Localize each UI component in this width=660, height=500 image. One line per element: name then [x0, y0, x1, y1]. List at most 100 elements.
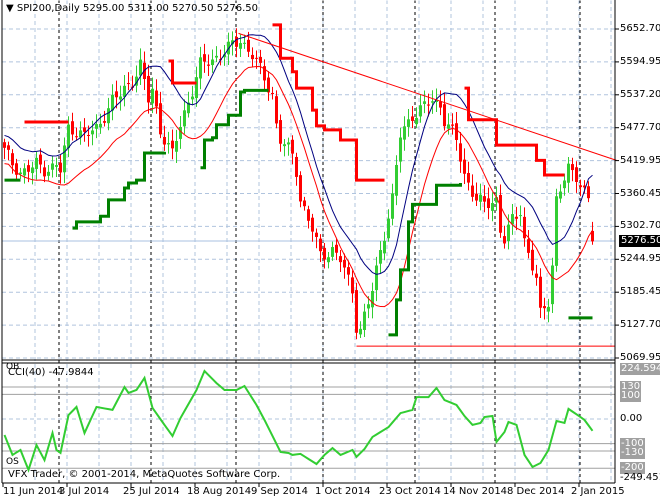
bearish-candle [163, 136, 166, 145]
bearish-candle [571, 164, 574, 171]
high-value: 5311.00 [127, 3, 169, 14]
chart-header: ▼ SPI200,Daily 5295.00 5311.00 5270.50 5… [6, 3, 258, 15]
copyright-text: VFX Trader, © 2001-2014, MetaQuotes Soft… [8, 469, 281, 480]
bullish-candle [403, 126, 406, 140]
bearish-candle [115, 91, 118, 98]
bearish-candle [503, 236, 506, 244]
price-tick-label: 5302.70 [620, 220, 660, 232]
bearish-candle [335, 244, 338, 253]
bullish-candle [371, 291, 374, 308]
time-tick-label: 3 Jul 2014 [59, 486, 110, 497]
bearish-candle [251, 54, 254, 60]
bearish-candle [483, 196, 486, 202]
open-value: 5295.00 [82, 3, 125, 14]
bearish-candle [11, 153, 14, 166]
price-tick-label: 5652.70 [620, 23, 660, 34]
bullish-candle [51, 163, 54, 170]
bearish-candle [347, 267, 350, 275]
bearish-candle [515, 216, 518, 219]
bearish-candle [351, 277, 354, 294]
bullish-candle [359, 328, 362, 335]
cci-line [3, 369, 594, 473]
resistance-stop-line [168, 59, 197, 85]
bullish-candle [19, 172, 22, 175]
bearish-candle [531, 249, 534, 271]
bullish-candle [119, 96, 122, 100]
bullish-candle [283, 144, 286, 147]
bearish-candle [487, 198, 490, 209]
bearish-candle [311, 217, 314, 232]
time-tick-label: 11 Jun 2014 [3, 486, 64, 497]
price-tick-label: 5244.95 [620, 253, 660, 265]
bearish-candle [543, 306, 546, 309]
bearish-candle [343, 259, 346, 268]
bearish-candle [323, 247, 326, 260]
bearish-candle [235, 36, 238, 47]
bearish-candle [315, 232, 318, 237]
chart-canvas[interactable] [0, 0, 660, 500]
bullish-candle [191, 96, 194, 100]
bullish-candle [243, 42, 246, 44]
bearish-candle [539, 276, 542, 308]
bullish-candle [407, 119, 410, 127]
bullish-candle [175, 140, 178, 152]
bullish-candle [67, 124, 70, 149]
collapse-arrow-icon[interactable]: ▼ [6, 3, 14, 14]
cci-level-100: 100 [620, 390, 642, 402]
bullish-candle [151, 88, 154, 104]
bullish-candle [559, 191, 562, 199]
bearish-candle [247, 39, 250, 52]
bullish-candle [99, 123, 102, 128]
cci-level-minus130: -130 [620, 447, 645, 459]
bearish-candle [467, 172, 470, 183]
bearish-candle [159, 103, 162, 135]
bullish-candle [491, 203, 494, 211]
bearish-candle [443, 104, 446, 127]
symbol-label: SPI200,Daily [16, 3, 80, 14]
bullish-candle [95, 124, 98, 129]
bullish-candle [23, 168, 26, 176]
bullish-candle [551, 265, 554, 305]
bearish-candle [255, 57, 258, 59]
bullish-candle [63, 145, 66, 173]
bearish-candle [203, 54, 206, 62]
bullish-candle [391, 193, 394, 219]
bullish-candle [387, 218, 390, 239]
support-stop-line [200, 88, 269, 170]
bearish-candle [579, 185, 582, 188]
bullish-candle [91, 130, 94, 135]
bullish-candle [555, 196, 558, 266]
bullish-candle [35, 157, 38, 169]
bullish-candle [215, 55, 218, 58]
bearish-candle [355, 290, 358, 333]
moving-average-slow [4, 65, 593, 308]
bullish-candle [331, 247, 334, 257]
bullish-candle [363, 311, 366, 330]
bullish-candle [379, 250, 382, 264]
cci-level-0: 0.00 [620, 413, 643, 424]
bullish-candle [563, 180, 566, 189]
time-tick-label: 25 Jul 2014 [123, 486, 180, 497]
time-tick-label: 18 Aug 2014 [187, 486, 252, 497]
bearish-candle [299, 175, 302, 202]
bullish-candle [211, 59, 214, 66]
bearish-candle [535, 273, 538, 278]
bearish-candle [451, 124, 454, 126]
bullish-candle [507, 224, 510, 242]
bearish-candle [279, 120, 282, 144]
bearish-candle [339, 256, 342, 263]
bullish-candle [367, 304, 370, 309]
bullish-candle [179, 126, 182, 139]
bullish-candle [519, 215, 522, 217]
bullish-candle [511, 214, 514, 225]
time-tick-label: 8 Dec 2014 [507, 486, 565, 497]
bearish-candle [83, 127, 86, 132]
bearish-candle [43, 167, 46, 177]
cci-max-label: 224.5949 [620, 363, 660, 375]
bearish-candle [307, 209, 310, 221]
bearish-candle [59, 162, 62, 173]
bearish-candle [575, 167, 578, 182]
bearish-candle [303, 200, 306, 207]
bullish-candle [167, 143, 170, 145]
bearish-candle [411, 116, 414, 121]
